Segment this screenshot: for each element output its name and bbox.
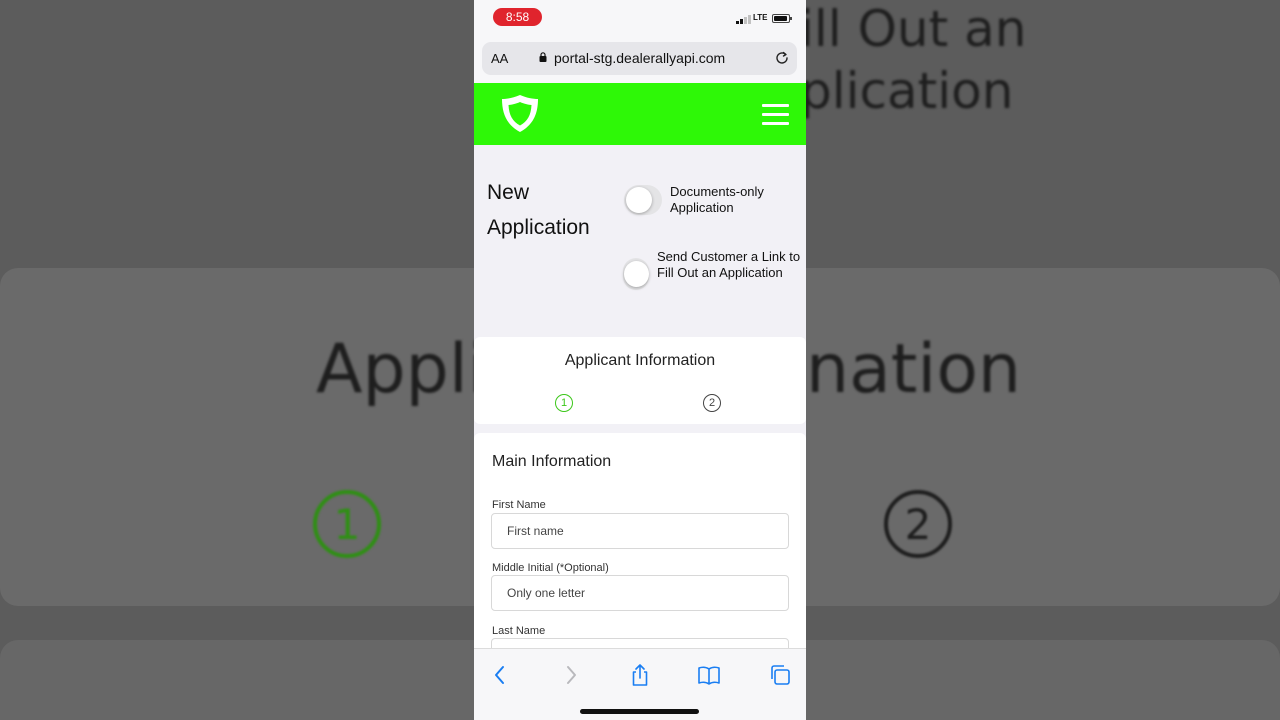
share-icon[interactable] [628,663,652,687]
app-header [474,83,806,145]
middle-initial-label: Middle Initial (*Optional) [492,562,609,574]
network-type: LTE [753,13,768,22]
middle-initial-placeholder: Only one letter [507,586,586,600]
page-title: New Application [487,181,590,239]
shield-logo-icon[interactable] [501,94,539,133]
backdrop-text: ill Out an [800,0,1027,58]
backdrop-text: nation [806,330,1022,409]
documents-only-label: Documents-only Application [670,184,764,215]
send-link-label: Send Customer a Link to Fill Out an Appl… [657,249,801,280]
first-name-label: First Name [492,499,546,511]
reload-icon[interactable] [774,50,790,66]
text-size-label: AA [491,51,509,66]
send-link-toggle[interactable] [623,258,649,290]
backdrop-text: plication [800,62,1014,120]
signal-icon [736,15,751,24]
main-information-form: Main Information First Name First name M… [474,433,806,674]
address-bar[interactable]: AA portal-stg.dealerallyapi.com [482,42,797,75]
section-title: Applicant Information [564,352,716,369]
lock-icon [539,52,547,62]
back-icon[interactable] [488,663,512,687]
first-name-placeholder: First name [507,524,564,538]
form-heading: Main Information [492,453,612,470]
bookmarks-icon[interactable] [697,663,721,687]
time-indicator: 8:58 [493,8,542,26]
forward-icon[interactable] [559,663,583,687]
first-name-field[interactable]: First name [491,513,789,549]
browser-address-area: AA portal-stg.dealerallyapi.com [474,36,806,83]
backdrop-step: 2 [884,490,952,558]
status-bar: 8:58 LTE [474,0,806,36]
tabs-icon[interactable] [768,663,792,687]
step-1-indicator[interactable]: 1 [555,394,573,412]
page-header: New Application Documents-only Applicati… [474,145,806,337]
menu-icon[interactable] [762,104,789,125]
applicant-section-card: Applicant Information 1 2 [474,337,806,424]
step-2-indicator[interactable]: 2 [703,394,721,412]
text-size-button[interactable]: AA [491,51,508,66]
browser-toolbar [474,648,806,720]
backdrop-step: 1 [313,490,381,558]
home-indicator[interactable] [580,709,699,714]
backdrop-text: Appli [316,330,487,409]
phone-screen: 8:58 LTE AA portal-stg.dealerallyapi.com [474,0,806,720]
url-text[interactable]: portal-stg.dealerallyapi.com [554,50,725,66]
last-name-label: Last Name [492,625,546,637]
middle-initial-field[interactable]: Only one letter [491,575,789,611]
documents-only-toggle[interactable] [624,185,662,215]
battery-icon [772,14,792,23]
